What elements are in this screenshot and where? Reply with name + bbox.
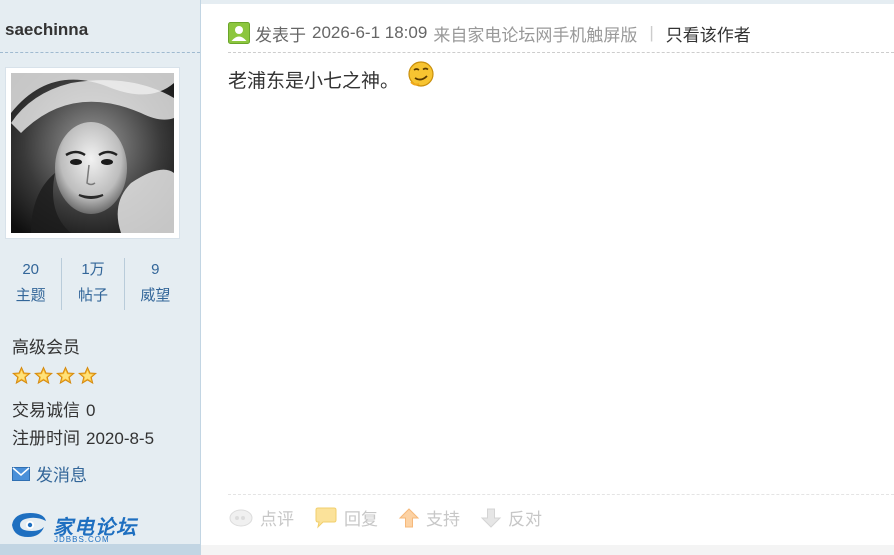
post-text: 老浦东是小七之神。: [228, 71, 400, 92]
stat-threads-label: 主题: [15, 287, 46, 304]
stat-threads[interactable]: 20 主题: [0, 258, 63, 310]
star-icon: [78, 366, 97, 385]
sidebar-divider: [0, 52, 200, 53]
register-date-row: 注册时间 2020-8-5: [12, 424, 154, 449]
username[interactable]: saechinna: [5, 20, 88, 40]
post-bottom-band: [201, 545, 894, 555]
reply-icon: [315, 507, 337, 529]
smirk-emoji-icon: [408, 60, 434, 87]
stat-prestige-value: 9: [151, 261, 160, 278]
user-rank[interactable]: 高级会员: [12, 333, 80, 358]
register-date-value: 2020-8-5: [86, 429, 155, 448]
reply-button[interactable]: 回复: [314, 505, 378, 530]
post-actions: 点评 回复 支持 反对: [228, 505, 562, 530]
site-logo[interactable]: 家电论坛 JDBBS.COM: [8, 509, 137, 544]
post-time: 2026-6-1 18:09: [312, 23, 428, 42]
envelope-icon: [12, 466, 30, 481]
avatar[interactable]: [5, 67, 180, 239]
post-source[interactable]: 来自家电论坛网手机触屏版: [433, 21, 637, 46]
stat-prestige-label: 威望: [140, 287, 171, 304]
comment-label[interactable]: 点评: [260, 505, 294, 530]
trade-credit-value[interactable]: 0: [86, 401, 95, 420]
star-icon: [12, 366, 31, 385]
only-author-link[interactable]: 只看该作者: [666, 21, 751, 46]
star-icon: [56, 366, 75, 385]
trade-credit-row: 交易诚信 0: [12, 396, 95, 421]
reply-label[interactable]: 回复: [344, 505, 378, 530]
actions-divider: [228, 494, 894, 495]
support-button[interactable]: 支持: [398, 505, 460, 530]
post-header: 发表于 2026-6-1 18:09 来自家电论坛网手机触屏版 | 只看该作者: [228, 20, 751, 46]
sidebar-bottom-band: [0, 544, 201, 555]
thumb-down-arrow-icon: [480, 508, 502, 528]
thumb-up-arrow-icon: [398, 507, 420, 527]
stat-posts-label: 帖子: [77, 287, 108, 304]
user-stats: 20 主题 1万 帖子 9 威望: [0, 258, 186, 310]
comment-icon: [229, 509, 253, 526]
stat-posts[interactable]: 1万 帖子: [62, 258, 125, 310]
posted-label: 发表于: [255, 25, 306, 45]
support-label[interactable]: 支持: [426, 505, 460, 530]
comment-button[interactable]: 点评: [228, 505, 294, 530]
send-message-label[interactable]: 发消息: [36, 461, 87, 486]
online-user-icon: [228, 22, 250, 44]
send-message-link[interactable]: 发消息: [12, 461, 87, 486]
separator: |: [649, 23, 654, 42]
author-sidebar: saechinna 20 主题 1万 帖子 9 威望 高级会员 交易诚信 0 注…: [0, 0, 201, 555]
star-icon: [34, 366, 53, 385]
post-content: 老浦东是小七之神。: [228, 60, 435, 93]
stat-posts-value[interactable]: 1万: [62, 258, 123, 282]
register-date-label: 注册时间: [12, 429, 80, 448]
stat-threads-value[interactable]: 20: [0, 258, 61, 282]
header-divider: [228, 52, 894, 53]
logo-swirl-icon: [12, 513, 46, 537]
stat-prestige: 9 威望: [125, 258, 186, 310]
oppose-label[interactable]: 反对: [508, 505, 542, 530]
oppose-button[interactable]: 反对: [480, 505, 542, 530]
avatar-image[interactable]: [11, 73, 174, 233]
trade-credit-label: 交易诚信: [12, 401, 80, 420]
rank-stars: [12, 366, 97, 385]
logo-subtext: JDBBS.COM: [54, 535, 110, 544]
